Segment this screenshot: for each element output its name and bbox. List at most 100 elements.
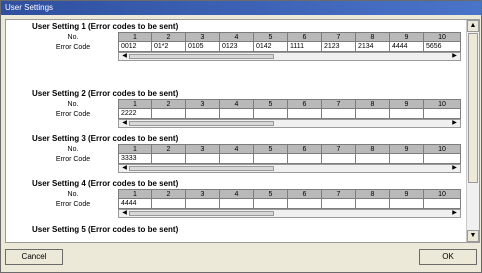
error-code-cell[interactable] [254,109,288,119]
scroll-right-icon[interactable]: ▶ [450,120,459,127]
error-code-cell[interactable] [186,109,220,119]
scroll-right-icon[interactable]: ▶ [450,165,459,172]
scroll-up-icon[interactable]: ▲ [467,20,479,32]
scroll-right-icon[interactable]: ▶ [450,210,459,217]
column-header: 7 [322,189,356,199]
horizontal-scroll-thumb[interactable] [129,211,274,216]
column-header: 9 [390,189,424,199]
error-code-cell[interactable] [220,154,254,164]
ok-button[interactable]: OK [419,249,477,265]
error-code-cell[interactable]: 0123 [220,42,254,52]
no-label: No. [67,146,79,153]
horizontal-scroll-thumb[interactable] [129,121,274,126]
error-code-cell[interactable] [356,109,390,119]
error-code-cell[interactable] [152,199,186,209]
error-code-cell[interactable] [254,199,288,209]
column-header: 1 [118,189,152,199]
error-code-cell[interactable]: 5656 [424,42,461,52]
settings-panel: User Setting 1 (Error codes to be sent) N… [5,19,480,243]
horizontal-scrollbar[interactable]: ◀ ▶ [118,209,461,218]
column-header: 4 [220,99,254,109]
column-header: 5 [254,189,288,199]
error-code-cell[interactable]: 0105 [186,42,220,52]
group-title: User Setting 4 (Error codes to be sent) [32,179,179,188]
column-header: 5 [254,144,288,154]
error-code-cell[interactable]: 3333 [118,154,152,164]
error-code-cell[interactable] [254,154,288,164]
cancel-button[interactable]: Cancel [5,249,63,265]
error-code-cell[interactable] [390,199,424,209]
error-code-cell[interactable] [390,154,424,164]
error-code-cell[interactable] [356,199,390,209]
column-header: 10 [424,144,461,154]
error-code-cell[interactable]: 0142 [254,42,288,52]
footer: Cancel OK [1,244,481,272]
scroll-down-icon[interactable]: ▼ [467,230,479,242]
column-header: 10 [424,99,461,109]
vertical-scroll-thumb[interactable] [468,33,478,183]
scroll-left-icon[interactable]: ◀ [120,210,129,217]
error-code-cell[interactable]: 4444 [390,42,424,52]
error-code-cell[interactable] [322,199,356,209]
scroll-left-icon[interactable]: ◀ [120,120,129,127]
error-code-cell[interactable] [186,154,220,164]
no-label: No. [67,101,79,108]
column-header: 3 [186,189,220,199]
error-code-cell[interactable] [288,109,322,119]
scroll-right-icon[interactable]: ▶ [450,53,459,60]
user-settings-window: User Settings User Setting 1 (Error code… [0,0,482,273]
column-header: 8 [356,32,390,42]
value-row: 4444 [118,199,461,209]
error-code-cell[interactable] [322,154,356,164]
column-header: 3 [186,144,220,154]
error-code-cell[interactable]: 1111 [288,42,322,52]
scroll-left-icon[interactable]: ◀ [120,53,129,60]
column-header: 2 [152,144,186,154]
error-code-cell[interactable]: 01*2 [152,42,186,52]
error-code-cell[interactable] [152,154,186,164]
column-header: 6 [288,99,322,109]
column-header: 9 [390,99,424,109]
error-code-cell[interactable]: 4444 [118,199,152,209]
group-title: User Setting 5 (Error codes to be sent) [32,225,179,234]
horizontal-scroll-thumb[interactable] [129,54,274,59]
horizontal-scrollbar[interactable]: ◀ ▶ [118,164,461,173]
error-code-cell[interactable] [356,154,390,164]
error-code-cell[interactable] [322,109,356,119]
vertical-scrollbar[interactable]: ▲ ▼ [466,20,479,242]
horizontal-scrollbar[interactable]: ◀ ▶ [118,52,461,61]
column-header: 5 [254,32,288,42]
error-code-cell[interactable]: 0012 [118,42,152,52]
error-code-cell[interactable] [424,154,461,164]
error-code-cell[interactable] [186,199,220,209]
error-code-cell[interactable] [288,154,322,164]
horizontal-scrollbar[interactable]: ◀ ▶ [118,119,461,128]
error-code-cell[interactable]: 2123 [322,42,356,52]
error-code-cell[interactable] [424,109,461,119]
error-code-cell[interactable] [220,109,254,119]
error-code-cell[interactable] [220,199,254,209]
column-header: 6 [288,189,322,199]
value-row: 2222 [118,109,461,119]
column-header: 6 [288,144,322,154]
group-title: User Setting 1 (Error codes to be sent) [32,22,179,31]
horizontal-scroll-thumb[interactable] [129,166,274,171]
column-header: 1 [118,32,152,42]
error-code-cell[interactable] [424,199,461,209]
error-code-cell[interactable]: 2134 [356,42,390,52]
settings-scroll-area[interactable]: User Setting 1 (Error codes to be sent) N… [6,20,467,242]
group-title: User Setting 3 (Error codes to be sent) [32,134,179,143]
header-row: 1 2 3 4 5 6 7 8 9 10 [118,189,461,199]
error-code-cell[interactable] [390,109,424,119]
column-header: 9 [390,32,424,42]
scroll-left-icon[interactable]: ◀ [120,165,129,172]
header-row: 1 2 3 4 5 6 7 8 9 10 [118,144,461,154]
column-header: 4 [220,189,254,199]
error-code-cell[interactable]: 2222 [118,109,152,119]
error-code-cell[interactable] [288,199,322,209]
column-header: 3 [186,32,220,42]
error-code-label: Error Code [55,156,91,163]
error-code-cell[interactable] [152,109,186,119]
column-header: 6 [288,32,322,42]
column-header: 8 [356,189,390,199]
